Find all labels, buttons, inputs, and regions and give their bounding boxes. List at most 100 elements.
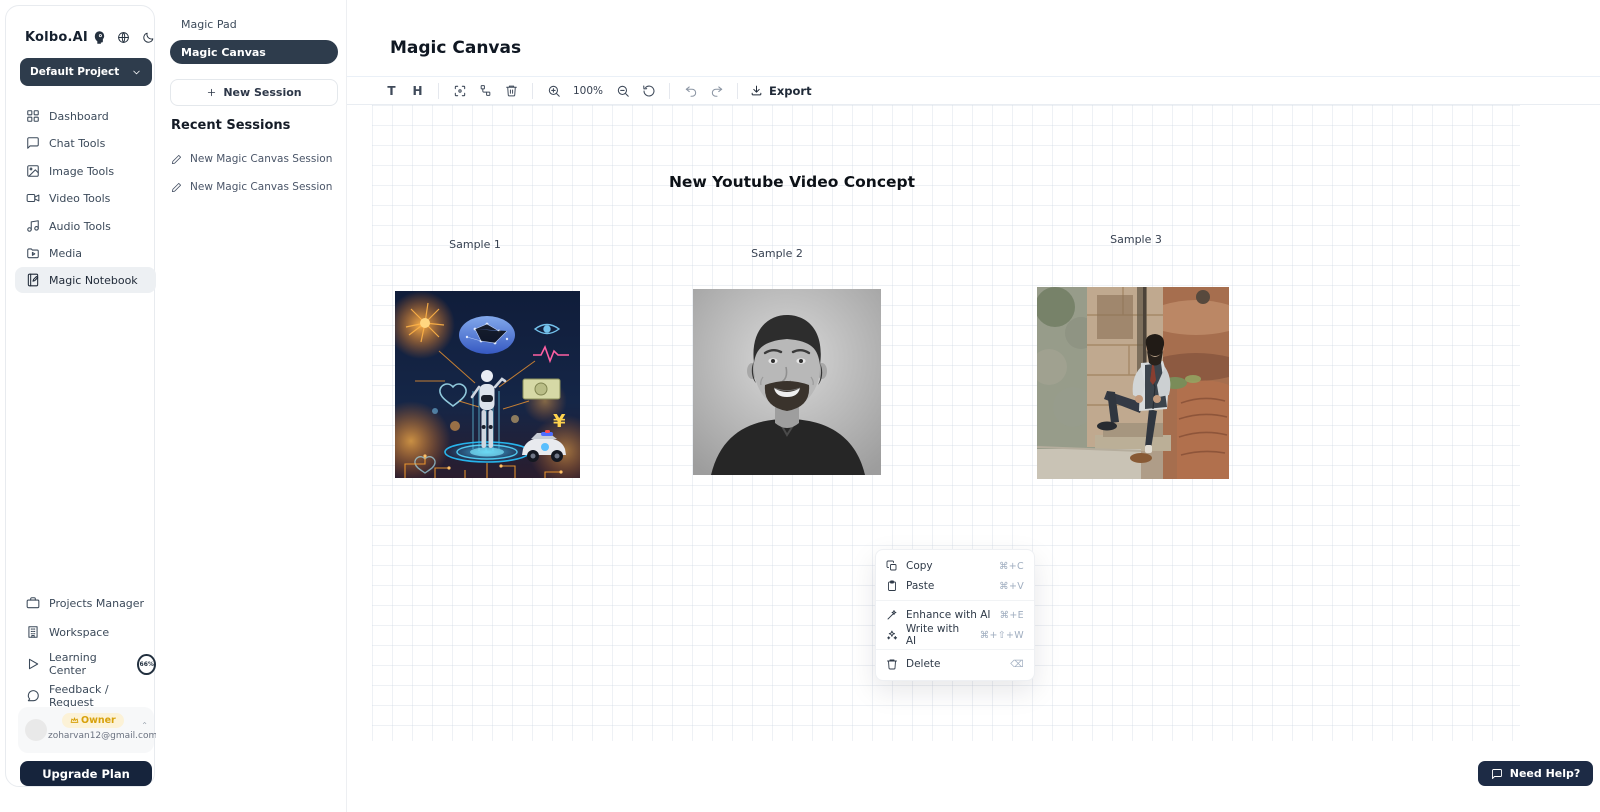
pencil-icon [171, 154, 182, 165]
sidebar-item-video-tools[interactable]: Video Tools [15, 185, 156, 211]
trash-icon [886, 658, 898, 670]
sidebar-item-workspace[interactable]: Workspace [15, 619, 156, 645]
context-menu-item-delete[interactable]: Delete ⌫ [876, 654, 1034, 674]
audio-icon [26, 219, 40, 233]
session-item[interactable]: New Magic Canvas Session [171, 150, 339, 168]
delete-tool-button[interactable] [500, 80, 523, 101]
zoom-out-icon [616, 84, 630, 98]
export-button[interactable]: Export [750, 84, 812, 98]
user-caret-icon: ⌃ [141, 721, 148, 730]
sample-3-label[interactable]: Sample 3 [1110, 233, 1162, 246]
app-root: Kolbo.AI Default Project Dashboard Chat … [0, 0, 1600, 812]
paste-icon [886, 580, 898, 592]
sidebar-item-projects-manager[interactable]: Projects Manager [15, 590, 156, 616]
avatar [25, 719, 47, 741]
zoom-in-button[interactable] [542, 80, 565, 101]
canvas-toolbar: T H 100% Export [347, 76, 1600, 105]
tab-magic-canvas[interactable]: Magic Canvas [170, 40, 338, 64]
reset-view-button[interactable] [637, 80, 660, 101]
shortcut: ⌘+V [999, 581, 1024, 592]
crown-icon [70, 716, 79, 725]
trash-icon [505, 84, 518, 97]
portrait-illustration [693, 289, 881, 475]
sample-2-image[interactable] [693, 289, 881, 475]
shortcut: ⌘+E [1000, 610, 1024, 621]
help-chat-icon [1491, 768, 1503, 780]
sidebar-item-label: Audio Tools [49, 220, 111, 233]
toolbar-separator [532, 83, 533, 99]
plus-icon [206, 87, 217, 98]
logo-row: Kolbo.AI [25, 28, 143, 46]
sidebar-item-image-tools[interactable]: Image Tools [15, 158, 156, 184]
copy-icon [886, 560, 898, 572]
download-icon [750, 84, 763, 97]
select-icon [453, 84, 467, 98]
sessions-panel: Magic Pad Magic Canvas New Session Recen… [156, 0, 347, 812]
language-icon[interactable] [117, 31, 130, 44]
redo-icon [710, 84, 724, 98]
need-help-button[interactable]: Need Help? [1478, 761, 1593, 786]
context-menu-item-enhance-with-ai[interactable]: Enhance with AI ⌘+E [876, 605, 1034, 625]
context-menu-item-write-with-ai[interactable]: Write with AI ⌘+⇧+W [876, 625, 1034, 645]
text-tool-button[interactable]: T [380, 80, 403, 101]
magic-canvas-grid[interactable]: New Youtube Video Concept Sample 1 Sampl… [372, 105, 1520, 741]
project-selector[interactable]: Default Project [20, 58, 152, 86]
heading-tool-button[interactable]: H [406, 80, 429, 101]
sidebar-item-label: Feedback / Request [49, 683, 156, 709]
sidebar-item-media[interactable]: Media [15, 240, 156, 266]
session-item[interactable]: New Magic Canvas Session [171, 178, 339, 196]
sidebar-item-label: Video Tools [49, 192, 110, 205]
toolbar-separator [669, 83, 670, 99]
sidebar-item-dashboard[interactable]: Dashboard [15, 103, 156, 129]
canvas-title-text[interactable]: New Youtube Video Concept [669, 173, 915, 191]
logo: Kolbo.AI [25, 30, 88, 45]
sidebar-item-label: Magic Notebook [49, 274, 138, 287]
connector-tool-button[interactable] [474, 80, 497, 101]
chat-icon [26, 136, 40, 150]
wand-icon [886, 609, 898, 621]
dark-mode-icon[interactable] [142, 31, 155, 44]
play-icon [26, 657, 40, 671]
sidebar-item-learning-center[interactable]: Learning Center 66% [15, 651, 156, 677]
zoom-level: 100% [573, 85, 603, 97]
notebook-icon [26, 273, 40, 287]
recent-sessions-heading: Recent Sessions [171, 118, 290, 133]
sample-1-label[interactable]: Sample 1 [449, 238, 501, 251]
pencil-icon [171, 182, 182, 193]
upgrade-plan-button[interactable]: Upgrade Plan [20, 761, 152, 786]
new-session-button[interactable]: New Session [170, 79, 338, 106]
rotate-icon [642, 84, 656, 98]
user-card[interactable]: Owner zoharvan12@gmail.com ⌃ [18, 707, 154, 753]
menu-divider [876, 600, 1034, 601]
select-tool-button[interactable] [448, 80, 471, 101]
learning-progress-badge: 66% [137, 654, 156, 675]
shortcut: ⌘+⇧+W [980, 630, 1024, 641]
redo-button[interactable] [705, 80, 728, 101]
zoom-out-button[interactable] [611, 80, 634, 101]
sidebar-item-magic-notebook[interactable]: Magic Notebook [15, 267, 156, 293]
context-menu-item-paste[interactable]: Paste ⌘+V [876, 576, 1034, 596]
context-menu: Copy ⌘+C Paste ⌘+V Enhance with AI ⌘+E [875, 549, 1035, 681]
media-icon [26, 246, 40, 260]
sample-3-image[interactable] [1037, 287, 1229, 479]
project-selector-label: Default Project [30, 66, 131, 78]
video-icon [26, 191, 40, 205]
context-menu-item-copy[interactable]: Copy ⌘+C [876, 556, 1034, 576]
sidebar-item-chat-tools[interactable]: Chat Tools [15, 130, 156, 156]
sample-2-label[interactable]: Sample 2 [751, 247, 803, 260]
tab-magic-pad[interactable]: Magic Pad [170, 12, 338, 36]
ruins-illustration [1037, 287, 1229, 479]
brain-logo-icon [92, 30, 107, 45]
svg-text:¥: ¥ [553, 411, 566, 432]
sample-1-image[interactable]: ¥ [395, 291, 580, 478]
user-email: zoharvan12@gmail.com [48, 731, 150, 741]
toolbar-separator [438, 83, 439, 99]
sidebar-item-feedback[interactable]: Feedback / Request [15, 683, 156, 709]
sidebar-item-label: Projects Manager [49, 597, 144, 610]
sidebar-item-label: Workspace [49, 626, 109, 639]
owner-badge: Owner [62, 713, 124, 728]
sidebar-item-audio-tools[interactable]: Audio Tools [15, 213, 156, 239]
chevron-down-icon [131, 67, 142, 78]
sidebar-item-label: Media [49, 247, 82, 260]
undo-button[interactable] [679, 80, 702, 101]
